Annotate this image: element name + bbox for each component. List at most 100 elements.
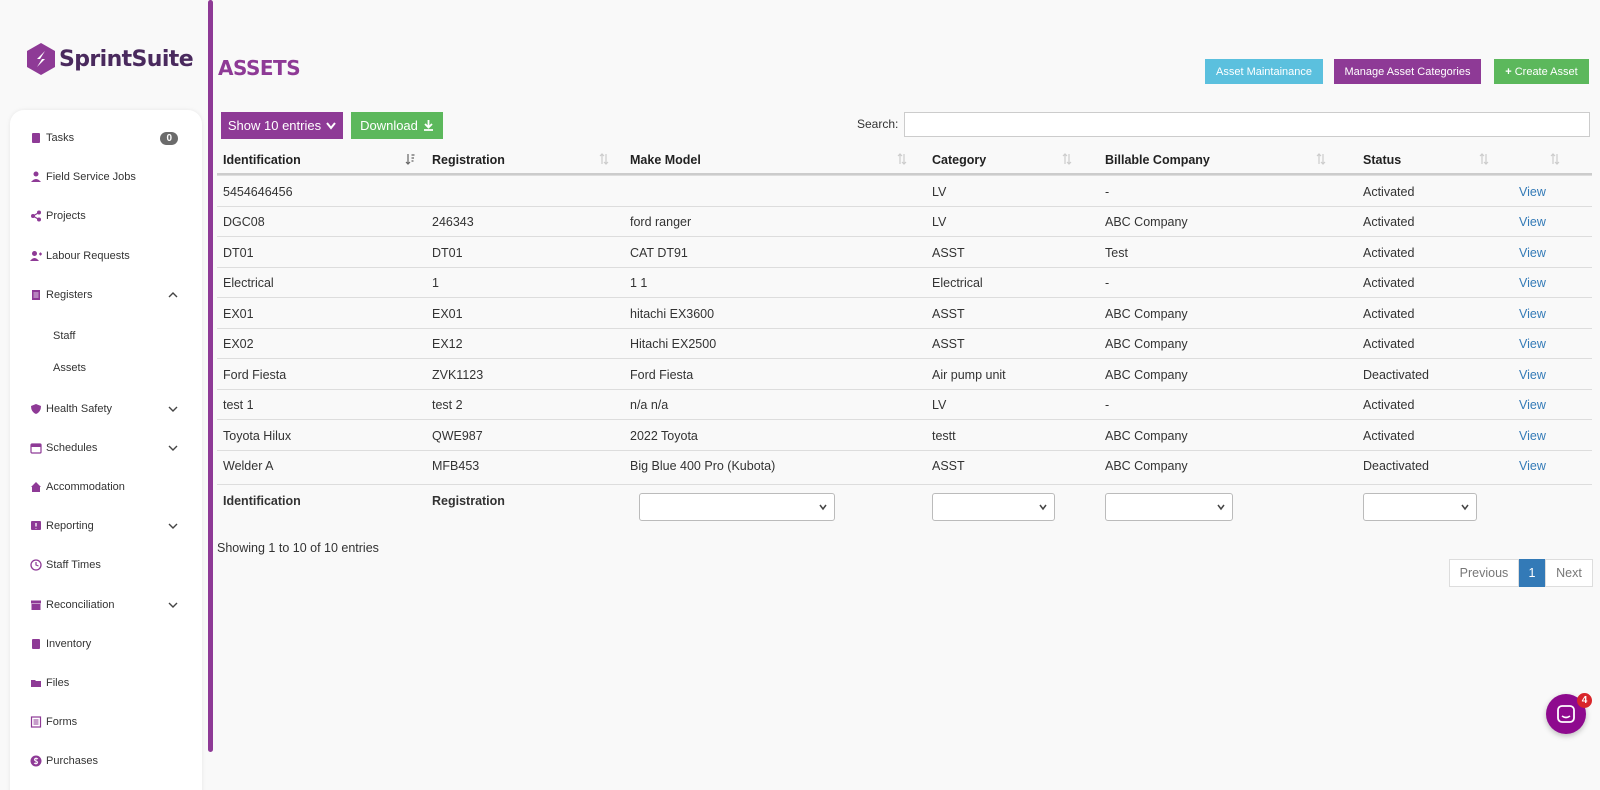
brand-name: SprintSuite (59, 46, 194, 72)
view-link[interactable]: View (1519, 268, 1546, 299)
download-label: Download (360, 118, 418, 133)
table-cell: EX01 (432, 306, 463, 321)
view-link[interactable]: View (1519, 390, 1546, 421)
status-filter[interactable] (1363, 493, 1477, 521)
shield-icon (30, 403, 42, 415)
clipboard-icon (30, 132, 42, 144)
sidebar-item-inventory[interactable]: Inventory (10, 630, 202, 658)
sort-icon[interactable] (1062, 153, 1072, 165)
table-cell: EX12 (432, 337, 463, 351)
table-cell: Welder A (223, 459, 274, 473)
table-cell: ASST (932, 306, 965, 321)
sidebar-item-label: Health Safety (46, 403, 113, 415)
list-icon (30, 716, 42, 728)
sidebar-item-label: Schedules (46, 442, 98, 454)
sidebar-item-reconciliation[interactable]: Reconciliation (10, 591, 202, 619)
view-link[interactable]: View (1519, 237, 1546, 268)
chevron-down-icon[interactable] (168, 521, 178, 531)
table-cell: Ford Fiesta (630, 367, 694, 382)
table-cell: LV (932, 398, 947, 412)
sidebar-item-staff[interactable]: Staff (10, 322, 202, 350)
sidebar-item-accommodation[interactable]: Accommodation (10, 473, 202, 501)
category-filter[interactable] (932, 493, 1055, 521)
calendar-icon (30, 442, 42, 454)
sidebar: SprintSuite Tasks 0 Field Service Jobs Proj… (0, 0, 212, 790)
sort-icon[interactable] (1479, 153, 1489, 165)
sidebar-item-health-safety[interactable]: Health Safety (10, 395, 202, 423)
worker-icon (30, 171, 42, 183)
sidebar-item-files[interactable]: Files (10, 669, 202, 697)
sort-icon[interactable] (1550, 153, 1560, 165)
next-page-button[interactable]: Next (1545, 559, 1593, 587)
table-cell: ABC Company (1105, 459, 1188, 473)
page-title: ASSETS (218, 56, 301, 80)
sidebar-item-projects[interactable]: Projects (10, 202, 202, 230)
column-header-registration[interactable]: Registration (432, 144, 505, 175)
sidebar-item-field-service-jobs[interactable]: Field Service Jobs (10, 163, 202, 191)
column-header-make-model[interactable]: Make Model (630, 144, 701, 175)
chevron-down-icon[interactable] (168, 600, 178, 610)
table-cell: LV (932, 184, 947, 199)
search-label: Search: (857, 117, 899, 131)
sidebar-item-registers[interactable]: Registers (10, 281, 202, 309)
view-link[interactable]: View (1519, 329, 1546, 360)
archive-icon (30, 599, 42, 611)
page-1-button[interactable]: 1 (1519, 559, 1545, 587)
share-icon (30, 210, 42, 222)
alert-icon (30, 520, 42, 532)
sidebar-item-labour-requests[interactable]: Labour Requests (10, 242, 202, 270)
sidebar-item-tasks[interactable]: Tasks 0 (10, 124, 202, 152)
sidebar-item-assets[interactable]: Assets (10, 354, 202, 382)
manage-asset-categories-button[interactable]: Manage Asset Categories (1334, 59, 1481, 84)
view-link[interactable]: View (1519, 207, 1546, 238)
column-header-category[interactable]: Category (932, 144, 986, 175)
sort-ascending-icon[interactable] (405, 153, 415, 165)
table-row: test 1 test 2 n/a n/a LV - Activated View (217, 388, 1592, 421)
table-cell: EX02 (223, 337, 254, 351)
show-entries-button[interactable]: Show 10 entries (221, 112, 343, 139)
billable-company-filter[interactable] (1105, 493, 1233, 521)
table-cell: ASST (932, 459, 965, 473)
chevron-up-icon[interactable] (168, 290, 178, 300)
download-button[interactable]: Download (351, 112, 443, 139)
table-cell: Activated (1363, 398, 1415, 412)
sort-icon[interactable] (1316, 153, 1326, 165)
table-cell: Big Blue 400 Pro (Kubota) (630, 459, 776, 473)
chevron-down-icon[interactable] (168, 404, 178, 414)
table-cell: test 2 (432, 398, 463, 412)
table-cell: ABC Company (1105, 428, 1188, 443)
show-entries-label: Show 10 entries (227, 118, 322, 133)
table-cell: MFB453 (432, 459, 480, 473)
search-input[interactable] (904, 112, 1590, 137)
chevron-down-icon[interactable] (168, 443, 178, 453)
sort-icon[interactable] (897, 153, 907, 165)
view-link[interactable]: View (1519, 298, 1546, 329)
column-header-identification[interactable]: Identification (223, 144, 301, 175)
sprintsuite-logo[interactable]: SprintSuite (26, 42, 194, 76)
make-model-filter[interactable] (639, 493, 835, 521)
sidebar-divider (208, 0, 213, 752)
table-cell: Deactivated (1363, 367, 1430, 382)
view-link[interactable]: View (1519, 420, 1546, 451)
chat-icon (1557, 705, 1575, 723)
sidebar-item-forms[interactable]: Forms (10, 708, 202, 736)
pagination: Previous 1 Next (1449, 559, 1593, 587)
view-link[interactable]: View (1519, 176, 1546, 207)
sidebar-item-purchases[interactable]: Purchases (10, 747, 202, 775)
sidebar-item-staff-times[interactable]: Staff Times (10, 551, 202, 579)
sidebar-item-label: Projects (46, 210, 86, 222)
asset-maintenance-button[interactable]: Asset Maintainance (1205, 59, 1323, 84)
view-link[interactable]: View (1519, 359, 1546, 390)
sort-icon[interactable] (599, 153, 609, 165)
column-header-status[interactable]: Status (1363, 144, 1401, 175)
table-cell: DT01 (432, 245, 463, 260)
plus-icon: + (1505, 65, 1512, 78)
previous-page-button[interactable]: Previous (1449, 559, 1519, 587)
sidebar-item-reporting[interactable]: Reporting (10, 512, 202, 540)
table-cell: Air pump unit (932, 367, 1006, 382)
sidebar-item-schedules[interactable]: Schedules (10, 434, 202, 462)
table-cell: EX01 (223, 306, 254, 321)
column-header-billable-company[interactable]: Billable Company (1105, 144, 1210, 175)
view-link[interactable]: View (1519, 451, 1546, 482)
create-asset-button[interactable]: + Create Asset (1494, 59, 1589, 84)
